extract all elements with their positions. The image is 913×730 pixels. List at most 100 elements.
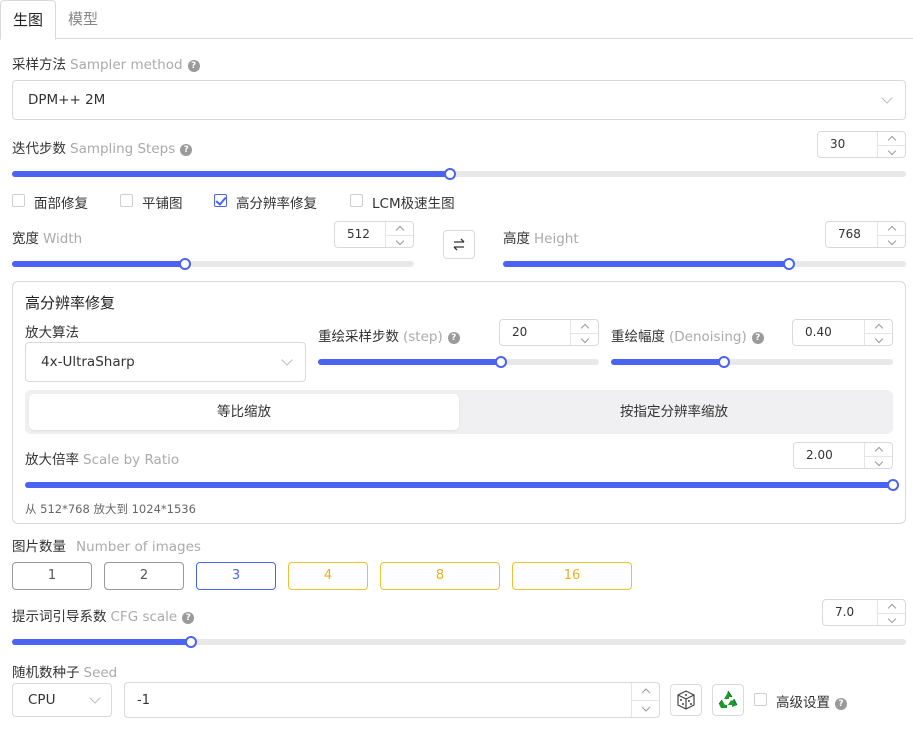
sampler-label: 采样方法 Sampler method? <box>12 53 200 73</box>
chevron-down-icon <box>881 92 893 104</box>
tab-generate[interactable]: 生图 <box>0 0 56 40</box>
height-label-text: 高度 <box>503 231 530 247</box>
num-images-option-2[interactable]: 2 <box>104 562 184 590</box>
help-icon[interactable]: ? <box>751 332 764 344</box>
steps-slider[interactable] <box>12 168 906 180</box>
decrement-button[interactable] <box>865 455 892 469</box>
cfg-input[interactable]: 7.0 <box>822 599 906 626</box>
checkbox-face-restore[interactable] <box>12 194 25 207</box>
num-images-option-1[interactable]: 1 <box>12 562 92 590</box>
tab-model[interactable]: 模型 <box>56 0 110 39</box>
increment-button[interactable] <box>878 600 905 613</box>
width-stepper <box>385 222 413 247</box>
num-images-option-label: 8 <box>435 568 445 583</box>
seed-device-select[interactable]: CPU <box>12 683 112 717</box>
width-slider-handle[interactable] <box>178 258 191 270</box>
height-input-value: 768 <box>838 227 861 241</box>
checkbox-hires-fix[interactable] <box>214 194 227 207</box>
seed-input[interactable]: -1 <box>124 682 660 718</box>
reuse-seed-button[interactable] <box>712 684 744 716</box>
increment-button[interactable] <box>865 320 892 333</box>
sampler-select[interactable]: DPM++ 2M <box>12 80 906 120</box>
scale-label-en: Scale by Ratio <box>83 452 180 468</box>
increment-button[interactable] <box>878 222 905 235</box>
seed-label-en: Seed <box>83 665 118 681</box>
num-images-option-8[interactable]: 8 <box>380 562 500 590</box>
increment-button[interactable] <box>571 320 598 333</box>
num-images-option-label: 3 <box>231 568 241 583</box>
width-input-value: 512 <box>347 227 370 241</box>
decrement-button[interactable] <box>632 700 660 717</box>
steps-label-en: Sampling Steps <box>70 141 176 157</box>
decrement-button[interactable] <box>878 144 905 158</box>
height-slider-fill <box>503 261 790 267</box>
scale-stepper <box>864 443 892 468</box>
decrement-button[interactable] <box>878 234 905 248</box>
steps-slider-fill <box>12 171 451 177</box>
chevron-up-icon <box>641 688 651 694</box>
width-slider[interactable] <box>12 258 414 270</box>
upscaler-select-value: 4x-UltraSharp <box>41 354 135 370</box>
height-slider-handle[interactable] <box>783 258 796 270</box>
upscale-note: 从 512*768 放大到 1024*1536 <box>25 502 196 516</box>
seed-label-text: 随机数种子 <box>12 665 80 681</box>
help-icon[interactable]: ? <box>447 332 460 344</box>
denoise-input[interactable]: 0.40 <box>792 319 893 346</box>
scale-slider-handle[interactable] <box>887 479 899 491</box>
help-icon[interactable]: ? <box>182 612 195 624</box>
scale-mode-resolution[interactable]: 按指定分辨率缩放 <box>459 394 889 430</box>
swap-dimensions-button[interactable] <box>443 230 475 259</box>
height-label-en: Height <box>534 231 579 247</box>
increment-button[interactable] <box>632 683 660 700</box>
upscaler-select[interactable]: 4x-UltraSharp <box>25 342 306 382</box>
cfg-slider[interactable] <box>12 636 906 648</box>
redraw-steps-input[interactable]: 20 <box>499 319 599 346</box>
decrement-button[interactable] <box>571 332 598 346</box>
help-icon[interactable]: ? <box>187 60 200 72</box>
scale-label-text: 放大倍率 <box>25 452 79 468</box>
scale-slider-fill <box>25 482 893 488</box>
cfg-label-text: 提示词引导系数 <box>12 609 107 625</box>
width-input[interactable]: 512 <box>334 221 414 248</box>
decrement-button[interactable] <box>386 234 413 248</box>
scale-mode-ratio[interactable]: 等比缩放 <box>29 394 459 430</box>
num-images-option-16[interactable]: 16 <box>512 562 632 590</box>
checkbox-lcm[interactable] <box>350 194 363 207</box>
cfg-label: 提示词引导系数 CFG scale? <box>12 605 195 625</box>
scale-input[interactable]: 2.00 <box>793 442 893 469</box>
cfg-slider-handle[interactable] <box>184 636 197 648</box>
height-slider[interactable] <box>503 258 906 270</box>
redraw-steps-input-value: 20 <box>512 325 528 339</box>
increment-button[interactable] <box>878 132 905 145</box>
help-icon[interactable]: ? <box>835 698 847 710</box>
num-images-option-4[interactable]: 4 <box>288 562 368 590</box>
increment-button[interactable] <box>865 443 892 456</box>
redraw-steps-slider-handle[interactable] <box>494 356 507 368</box>
checkbox-tiling[interactable] <box>120 194 133 207</box>
redraw-steps-slider-fill <box>318 359 501 365</box>
decrement-button[interactable] <box>865 332 892 346</box>
num-images-option-label: 4 <box>323 568 333 583</box>
redraw-steps-slider[interactable] <box>318 356 599 368</box>
increment-button[interactable] <box>386 222 413 235</box>
height-label: 高度 Height <box>503 227 579 247</box>
decrement-button[interactable] <box>878 612 905 626</box>
denoise-slider-handle[interactable] <box>717 356 730 368</box>
cfg-slider-fill <box>12 639 191 645</box>
checkbox-tiling-label: 平铺图 <box>142 196 183 212</box>
num-images-label-text: 图片数量 <box>12 539 66 555</box>
help-icon[interactable]: ? <box>180 144 193 156</box>
redraw-steps-label-text: 重绘采样步数 <box>318 329 399 345</box>
steps-slider-handle[interactable] <box>444 168 457 180</box>
height-input[interactable]: 768 <box>825 221 906 248</box>
recycle-icon <box>718 690 738 708</box>
steps-input[interactable]: 30 <box>817 131 906 158</box>
random-seed-button[interactable] <box>670 684 702 716</box>
scale-slider[interactable] <box>25 479 899 491</box>
redraw-steps-stepper <box>570 320 598 345</box>
denoise-slider[interactable] <box>611 356 893 368</box>
advanced-settings-checkbox[interactable] <box>754 693 767 706</box>
steps-input-value: 30 <box>830 137 846 151</box>
num-images-option-3[interactable]: 3 <box>196 562 276 590</box>
checkbox-lcm-label: LCM极速生图 <box>372 196 455 212</box>
